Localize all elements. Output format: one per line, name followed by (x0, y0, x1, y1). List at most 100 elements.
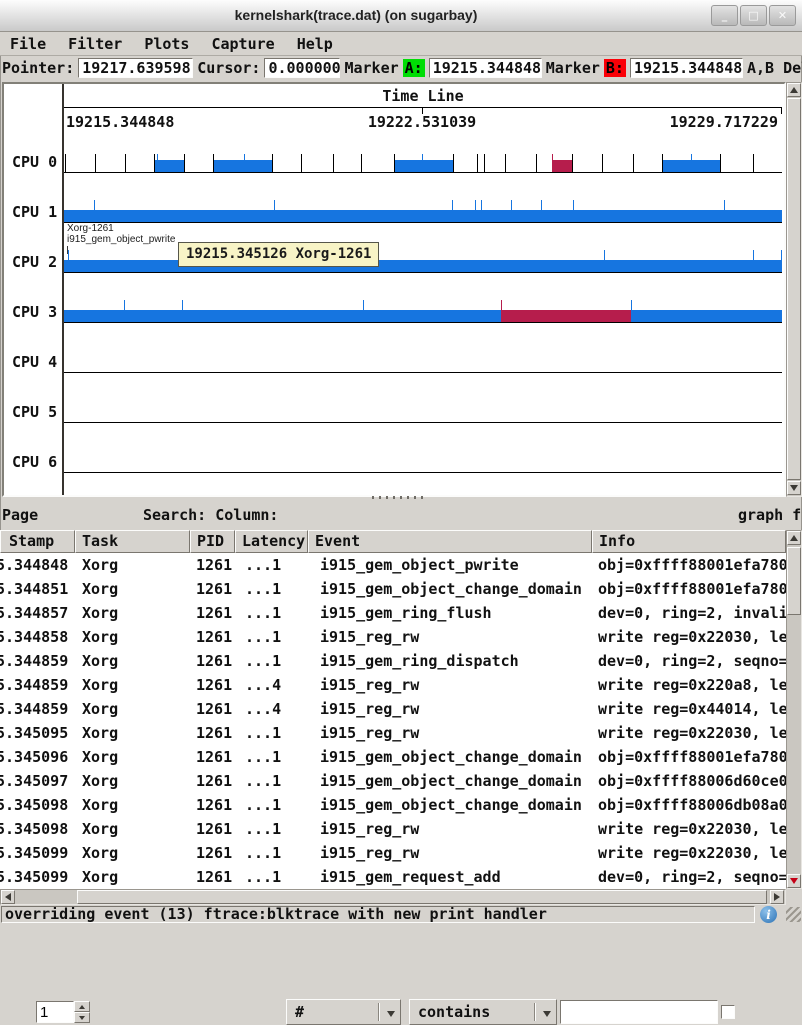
graph-scroll-thumb[interactable] (787, 98, 801, 480)
table-row[interactable]: 5.344848Xorg1261...1i915_gem_object_pwri… (0, 553, 786, 577)
search-input[interactable] (560, 1000, 718, 1024)
info-icon[interactable]: i (760, 906, 777, 923)
event-tick[interactable] (475, 200, 476, 210)
menu-plots[interactable]: Plots (144, 35, 189, 53)
event-tick[interactable] (274, 200, 275, 210)
event-tick[interactable] (125, 154, 126, 172)
event-tick[interactable] (333, 154, 334, 172)
event-tick[interactable] (505, 154, 506, 172)
menu-filter[interactable]: Filter (68, 35, 122, 53)
table-row[interactable]: 5.345097Xorg1261...1i915_gem_object_chan… (0, 769, 786, 793)
event-tick[interactable] (94, 200, 95, 210)
event-tick[interactable] (536, 154, 537, 172)
table-row[interactable]: 5.345098Xorg1261...1i915_gem_object_chan… (0, 793, 786, 817)
event-tick[interactable] (541, 200, 542, 210)
event-tick[interactable] (511, 200, 512, 210)
event-tick[interactable] (182, 300, 183, 310)
event-tick[interactable] (484, 154, 485, 172)
event-tick[interactable] (453, 154, 454, 172)
event-tick[interactable] (272, 154, 273, 172)
event-tick[interactable] (753, 154, 754, 172)
cpu-0-event-segment[interactable] (552, 160, 571, 172)
table-row[interactable]: 5.344859Xorg1261...1i915_gem_ring_dispat… (0, 649, 786, 673)
column-header-latency[interactable]: Latency (235, 530, 308, 553)
table-horizontal-scrollbar[interactable] (0, 889, 786, 905)
event-tick[interactable] (604, 250, 605, 260)
menu-capture[interactable]: Capture (211, 35, 274, 53)
event-tick[interactable] (477, 154, 478, 172)
table-hscroll-thumb[interactable] (77, 890, 767, 904)
title-bar[interactable]: kernelshark(trace.dat) (on sugarbay) _□✕ (0, 0, 802, 32)
table-row[interactable]: 5.345095Xorg1261...1i915_reg_rwwrite reg… (0, 721, 786, 745)
event-tick[interactable] (157, 154, 158, 172)
cpu-0-event-segment[interactable] (154, 160, 183, 172)
event-tick[interactable] (95, 154, 96, 172)
timeline-plot[interactable]: Time Line 19215.344848 19222.531039 1922… (4, 84, 784, 495)
event-tick[interactable] (552, 154, 553, 172)
page-spinner[interactable] (74, 1001, 90, 1023)
event-tick[interactable] (422, 154, 423, 172)
event-tick[interactable] (452, 200, 453, 210)
event-tick[interactable] (573, 200, 574, 210)
column-header-task[interactable]: Task (75, 530, 190, 553)
event-tick[interactable] (481, 200, 482, 210)
event-tick[interactable] (124, 300, 125, 310)
match-select[interactable]: contains (409, 999, 557, 1025)
table-row[interactable]: 5.344858Xorg1261...1i915_reg_rwwrite reg… (0, 625, 786, 649)
column-header-pid[interactable]: PID (190, 530, 235, 553)
event-tick[interactable] (633, 154, 634, 172)
graph-scroll-up-button[interactable] (787, 83, 801, 97)
page-spin-up-button[interactable] (74, 1001, 90, 1012)
table-scroll-right-button[interactable] (770, 890, 784, 904)
page-spin-down-button[interactable] (74, 1012, 90, 1023)
column-select[interactable]: # (286, 999, 401, 1025)
graph-vertical-scrollbar[interactable] (786, 82, 802, 497)
event-tick[interactable] (361, 154, 362, 172)
table-row[interactable]: 5.344851Xorg1261...1i915_gem_object_chan… (0, 577, 786, 601)
event-tick[interactable] (363, 300, 364, 310)
table-row[interactable]: 5.344857Xorg1261...1i915_gem_ring_flushd… (0, 601, 786, 625)
column-header-stamp[interactable]: Stamp (0, 530, 75, 553)
event-tick[interactable] (213, 154, 214, 172)
cpu-2-bar[interactable] (64, 260, 782, 272)
event-tick[interactable] (394, 154, 395, 172)
table-row[interactable]: 5.344859Xorg1261...4i915_reg_rwwrite reg… (0, 697, 786, 721)
table-row[interactable]: 5.345099Xorg1261...1i915_reg_rwwrite reg… (0, 841, 786, 865)
column-header-info[interactable]: Info (592, 530, 786, 553)
event-tick[interactable] (781, 250, 782, 260)
event-tick[interactable] (691, 154, 692, 172)
resize-grip-icon[interactable] (786, 907, 801, 922)
cpu-3-bar[interactable] (64, 310, 782, 322)
maximize-button[interactable]: □ (740, 5, 767, 26)
event-tick[interactable] (501, 300, 502, 310)
table-scroll-left-button[interactable] (1, 890, 15, 904)
event-tick[interactable] (720, 154, 721, 172)
event-tick[interactable] (68, 250, 69, 260)
minimize-button[interactable]: _ (711, 5, 738, 26)
event-tick[interactable] (631, 300, 632, 310)
table-scroll-thumb[interactable] (787, 547, 801, 615)
event-tick[interactable] (244, 154, 245, 172)
event-tick[interactable] (154, 154, 155, 172)
cpu-1-bar[interactable] (64, 210, 782, 222)
event-tick[interactable] (602, 154, 603, 172)
event-tick[interactable] (65, 154, 66, 172)
close-button[interactable]: ✕ (769, 5, 796, 26)
event-tick[interactable] (753, 250, 754, 260)
cpu-3-busy-segment[interactable] (501, 310, 631, 322)
page-input[interactable] (36, 1001, 74, 1023)
event-tick[interactable] (662, 154, 663, 172)
event-tick[interactable] (724, 200, 725, 210)
menu-help[interactable]: Help (297, 35, 333, 53)
table-row[interactable]: 5.345099Xorg1261...1i915_gem_request_add… (0, 865, 786, 889)
event-tick[interactable] (301, 154, 302, 172)
table-scroll-up-button[interactable] (787, 531, 801, 545)
table-vertical-scrollbar[interactable] (786, 530, 802, 889)
menu-file[interactable]: File (10, 35, 46, 53)
column-header-event[interactable]: Event (308, 530, 592, 553)
event-tick[interactable] (572, 154, 573, 172)
table-row[interactable]: 5.345098Xorg1261...1i915_reg_rwwrite reg… (0, 817, 786, 841)
graph-scroll-down-button[interactable] (787, 481, 801, 495)
event-tick[interactable] (184, 154, 185, 172)
table-row[interactable]: 5.345096Xorg1261...1i915_gem_object_chan… (0, 745, 786, 769)
